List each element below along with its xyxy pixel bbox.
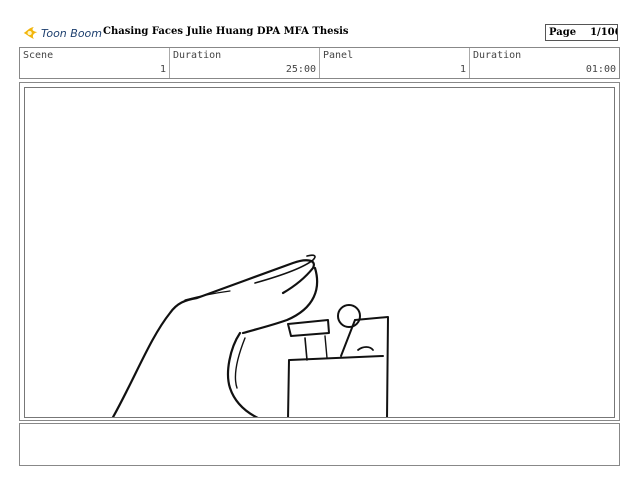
scene-duration-value: 25:00 bbox=[285, 64, 316, 75]
sketch-lighter-lid bbox=[287, 319, 330, 337]
storyboard-title: Chasing Faces Julie Huang DPA MFA Thesis bbox=[103, 26, 349, 37]
sketch-drawing bbox=[111, 254, 389, 417]
scene-duration-cell: Duration 25:00 bbox=[170, 48, 320, 78]
panel-label: Panel bbox=[323, 50, 354, 61]
sketch-finger-outer bbox=[111, 259, 315, 417]
page-indicator: Page 1/106 bbox=[545, 24, 618, 41]
sketch-finger-tip bbox=[184, 290, 231, 301]
scene-value: 1 bbox=[159, 64, 166, 75]
page-number: 1/106 bbox=[590, 27, 617, 38]
scene-duration-label: Duration bbox=[173, 50, 222, 61]
panel-duration-cell: Duration 01:00 bbox=[470, 48, 619, 78]
sketch-lighter-body-left bbox=[287, 359, 290, 417]
panel-notes-box bbox=[19, 423, 620, 466]
toon-boom-logo-icon bbox=[23, 27, 38, 39]
sketch-lighter-body-inner bbox=[304, 337, 308, 361]
panel-duration-value: 01:00 bbox=[585, 64, 616, 75]
scene-cell: Scene 1 bbox=[20, 48, 170, 78]
sketch-lighter-body-inner2 bbox=[324, 335, 328, 359]
sketch-lighter-chimney bbox=[354, 316, 389, 417]
panel-cell: Panel 1 bbox=[320, 48, 470, 78]
panel-frame bbox=[19, 82, 620, 421]
panel-duration-label: Duration bbox=[473, 50, 522, 61]
sketch-hand-crease bbox=[234, 337, 246, 389]
page-label: Page bbox=[549, 27, 577, 38]
scene-label: Scene bbox=[23, 50, 54, 61]
sketch-lighter-body bbox=[289, 355, 384, 361]
panel-image-area bbox=[24, 87, 615, 418]
sketch-lighter-wheel bbox=[337, 304, 361, 328]
logo-text: Toon Boom bbox=[40, 26, 102, 40]
sketch-lighter-flint bbox=[357, 346, 374, 351]
panel-info-bar: Scene 1 Duration 25:00 Panel 1 Duration … bbox=[19, 47, 620, 79]
sketch-hand-lower bbox=[226, 331, 259, 417]
toon-boom-logo: Toon Boom bbox=[22, 22, 102, 44]
panel-value: 1 bbox=[459, 64, 466, 75]
